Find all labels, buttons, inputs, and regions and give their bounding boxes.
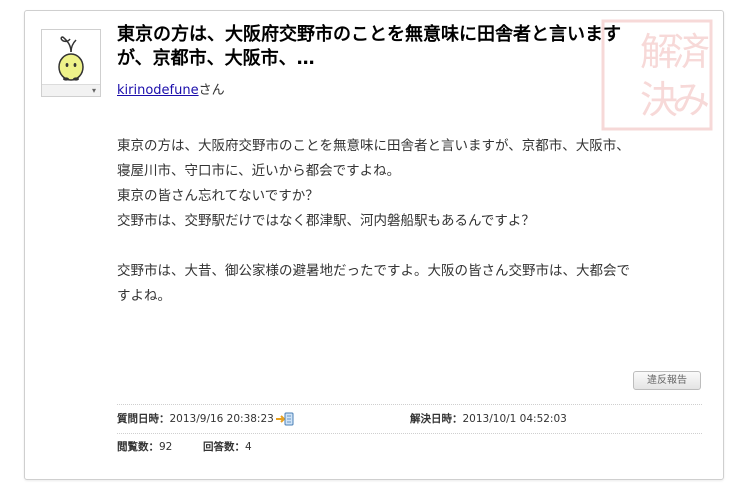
asked-date: 質問日時：2013/9/16 20:38:23 bbox=[117, 405, 295, 433]
views-label: 閲覧数： bbox=[117, 441, 159, 453]
answers-value: 4 bbox=[245, 441, 252, 453]
report-button[interactable]: 違反報告 bbox=[633, 371, 701, 390]
body-line: 交野市は、大昔、御公家様の避暑地だったですよ。大阪の皆さん交野市は、大都会で bbox=[117, 263, 630, 279]
date-row: 質問日時：2013/9/16 20:38:23 解決日時：2013/10/1 0… bbox=[117, 404, 702, 434]
asker-avatar-box[interactable]: ▾ bbox=[41, 29, 101, 97]
body-line: すよね。 bbox=[117, 288, 171, 304]
body-gap bbox=[117, 234, 702, 259]
resolved-date-label: 解決日時： bbox=[410, 413, 463, 425]
clip-icon[interactable] bbox=[275, 412, 295, 426]
question-body: 東京の方は、大阪府交野市のことを無意味に田舎者と言いますが、京都市、大阪市、 寝… bbox=[117, 134, 702, 309]
resolved-date-value: 2013/10/1 04:52:03 bbox=[462, 413, 567, 425]
body-line: 交野市は、交野駅だけではなく郡津駅、河内磐船駅もあるんですよ？ bbox=[117, 213, 535, 229]
stamp-char-2: 済 bbox=[672, 30, 710, 74]
answers-label: 回答数： bbox=[203, 441, 245, 453]
avatar-menu[interactable]: ▾ bbox=[42, 84, 100, 96]
stamp-char-4: み bbox=[672, 78, 710, 122]
asked-date-value: 2013/9/16 20:38:23 bbox=[169, 413, 274, 425]
resolved-date: 解決日時：2013/10/1 04:52:03 bbox=[410, 405, 567, 433]
chevron-down-icon[interactable]: ▾ bbox=[92, 86, 96, 95]
resolved-stamp: 解 済 決 み bbox=[601, 19, 713, 131]
asked-date-label: 質問日時： bbox=[117, 413, 170, 425]
views-value: 92 bbox=[159, 441, 173, 453]
body-line: 東京の皆さん忘れてないですか？ bbox=[117, 188, 319, 204]
asker-line: kirinodefuneさん bbox=[117, 79, 225, 98]
question-card: ▾ 東京の方は、大阪府交野市のことを無意味に田舎者と言いますが、京都市、大阪市、… bbox=[24, 10, 724, 480]
asker-suffix: さん bbox=[198, 83, 225, 98]
body-line: 東京の方は、大阪府交野市のことを無意味に田舎者と言いますが、京都市、大阪市、 bbox=[117, 138, 630, 154]
answers-count: 回答数：4 bbox=[203, 433, 252, 461]
avatar[interactable] bbox=[42, 30, 100, 84]
asker-name-link[interactable]: kirinodefune bbox=[117, 83, 199, 98]
question-title: 東京の方は、大阪府交野市のことを無意味に田舎者と言いますが、京都市、大阪市、… bbox=[117, 24, 621, 69]
stats-row: 閲覧数：92 回答数：4 bbox=[117, 433, 702, 461]
body-line: 寝屋川市、守口市に、近いから都会ですよね。 bbox=[117, 163, 401, 179]
views-count: 閲覧数：92 bbox=[117, 433, 172, 461]
